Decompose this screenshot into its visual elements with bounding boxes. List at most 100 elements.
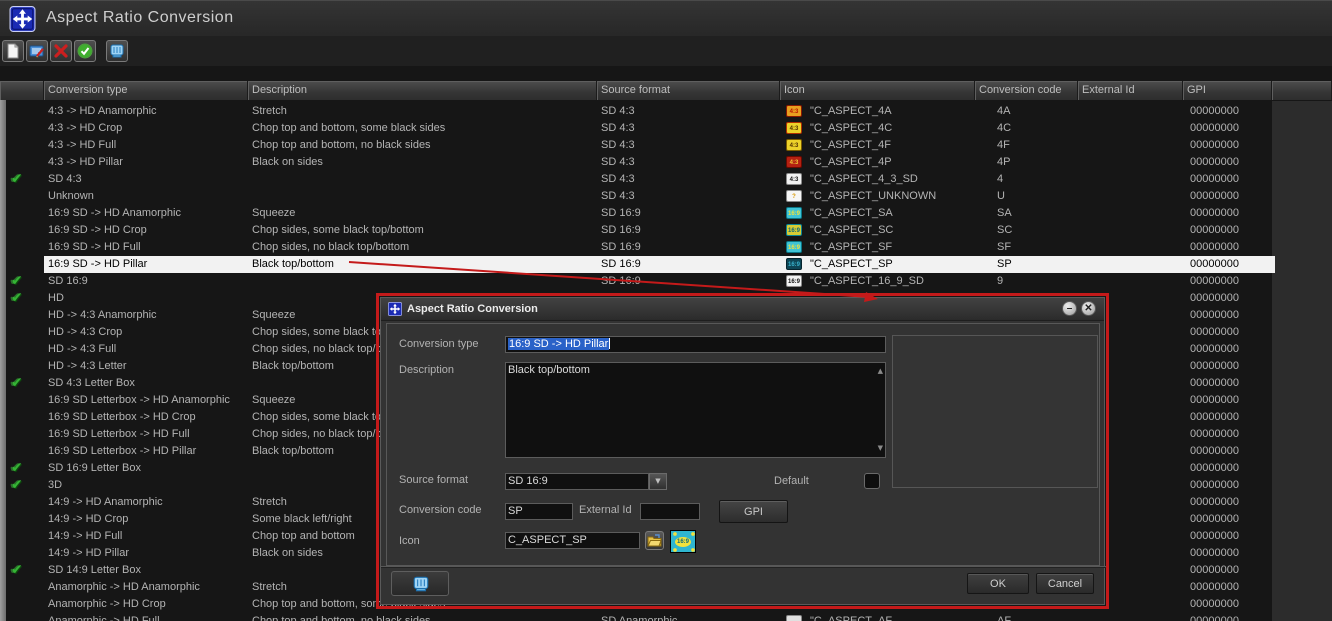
cell-conversion-type: 4:3 -> HD Pillar: [48, 154, 246, 171]
aspect-icon: 16:9: [786, 258, 802, 270]
cell-description: Chop top and bottom, no black sides: [252, 613, 595, 621]
icon-name: "C_ASPECT_4P: [810, 154, 892, 171]
column-header-gpi[interactable]: GPI: [1183, 81, 1272, 100]
cell-conversion-type: SD 16:9 Letter Box: [48, 460, 246, 477]
cell-conversion-type: 14:9 -> HD Crop: [48, 511, 246, 528]
minimize-icon[interactable]: –: [1062, 301, 1077, 316]
cell-external-id: [1082, 120, 1181, 137]
table-row[interactable]: 4:3 -> HD CropChop top and bottom, some …: [0, 120, 1332, 137]
check-icon: ✔: [11, 562, 23, 579]
aspect-icon: [786, 615, 802, 621]
scroll-up-icon[interactable]: ▲: [878, 364, 883, 379]
cell-conversion-type: 14:9 -> HD Pillar: [48, 545, 246, 562]
column-header-external-id[interactable]: External Id: [1078, 81, 1183, 100]
cell-source-format: SD 4:3: [601, 154, 778, 171]
icon-name-input[interactable]: C_ASPECT_SP: [505, 532, 640, 549]
column-header-icon[interactable]: Icon: [780, 81, 975, 100]
table-row[interactable]: 16:9 SD -> HD Full Chop sides, no black t…: [0, 239, 1332, 256]
column-header-blank[interactable]: [0, 81, 44, 100]
close-icon[interactable]: ✕: [1081, 301, 1096, 316]
dialog-title: Aspect Ratio Conversion: [407, 298, 538, 320]
cell-gpi: 00000000: [1190, 477, 1270, 494]
text-caret: [609, 338, 610, 349]
cell-source-format: SD 4:3: [601, 188, 778, 205]
column-header-conversion-type[interactable]: Conversion type: [44, 81, 248, 100]
cell-gpi: 00000000: [1190, 239, 1270, 256]
cell-conversion-type: Unknown: [48, 188, 246, 205]
icon-name: "C_ASPECT_SF: [810, 239, 892, 256]
table-row[interactable]: 16:9 SD -> HD PillarBlack top/bottomSD 1…: [0, 256, 1332, 273]
source-format-value: SD 16:9: [508, 475, 548, 487]
cell-conversion-type: SD 4:3 Letter Box: [48, 375, 246, 392]
cell-conversion-code: 4F: [997, 137, 1076, 154]
cell-conversion-type: Anamorphic -> HD Anamorphic: [48, 579, 246, 596]
table-row[interactable]: 16:9 SD -> HD CropChop sides, some black…: [0, 222, 1332, 239]
table-row[interactable]: ✔SD 4:3SD 4:34:3"C_ASPECT_4_3_SD40000000…: [0, 171, 1332, 188]
aspect-icon-text: 16:9: [675, 537, 691, 547]
cell-description: Stretch: [252, 103, 595, 120]
table-row[interactable]: ✔SD 16:9SD 16:916:9"C_ASPECT_16_9_SD9000…: [0, 273, 1332, 290]
cell-gpi: 00000000: [1190, 494, 1270, 511]
ok-button[interactable]: OK: [967, 573, 1029, 594]
cell-conversion-type: 16:9 SD -> HD Full: [48, 239, 246, 256]
cell-source-format: SD 16:9: [601, 273, 778, 290]
cell-conversion-type: 3D: [48, 477, 246, 494]
cell-external-id: [1082, 205, 1181, 222]
cell-external-id: [1082, 613, 1181, 621]
table-row[interactable]: UnknownSD 4:3?"C_ASPECT_UNKNOWNU00000000: [0, 188, 1332, 205]
cell-conversion-type: 14:9 -> HD Anamorphic: [48, 494, 246, 511]
cell-description: Chop top and bottom, no black sides: [252, 137, 595, 154]
conversion-type-label: Conversion type: [399, 338, 479, 350]
cell-conversion-type: 16:9 SD Letterbox -> HD Crop: [48, 409, 246, 426]
table-row[interactable]: 4:3 -> HD FullChop top and bottom, no bl…: [0, 137, 1332, 154]
cell-conversion-type: 16:9 SD -> HD Anamorphic: [48, 205, 246, 222]
default-checkbox[interactable]: [864, 473, 880, 489]
source-format-select[interactable]: SD 16:9: [505, 473, 649, 490]
cell-gpi: 00000000: [1190, 307, 1270, 324]
cell-conversion-type: 4:3 -> HD Anamorphic: [48, 103, 246, 120]
cancel-button[interactable]: Cancel: [1036, 573, 1094, 594]
cell-conversion-type: Anamorphic -> HD Crop: [48, 596, 246, 613]
cell-gpi: 00000000: [1190, 358, 1270, 375]
default-label: Default: [774, 475, 809, 487]
icon-name: "C_ASPECT_16_9_SD: [810, 273, 924, 290]
cell-conversion-code: 9: [997, 273, 1076, 290]
conversion-code-input[interactable]: SP: [505, 503, 573, 520]
scroll-down-icon[interactable]: ▼: [878, 441, 883, 456]
cell-description: Chop sides, some black top/bottom: [252, 222, 595, 239]
column-header-source-format[interactable]: Source format: [597, 81, 780, 100]
icon-label: Icon: [399, 535, 420, 547]
cell-external-id: [1082, 256, 1181, 273]
cell-external-id: [1082, 103, 1181, 120]
aspect-icon: 4:3: [786, 156, 802, 168]
cell-description: [252, 171, 595, 188]
conversion-type-input[interactable]: 16:9 SD -> HD Pillar: [505, 336, 886, 353]
system-device-icon[interactable]: [391, 571, 449, 596]
dialog-titlebar[interactable]: Aspect Ratio Conversion – ✕: [381, 298, 1104, 321]
cell-conversion-type: 16:9 SD -> HD Pillar: [48, 256, 246, 273]
dialog-footer: OK Cancel: [381, 566, 1106, 607]
description-label: Description: [399, 364, 454, 376]
external-id-input[interactable]: [640, 503, 700, 520]
cell-description: Chop sides, no black top/bottom: [252, 239, 595, 256]
cell-description: Black top/bottom: [252, 256, 595, 273]
description-textarea[interactable]: Black top/bottom ▲ ▼: [505, 362, 886, 458]
table-row[interactable]: 4:3 -> HD AnamorphicStretchSD 4:34:3"C_A…: [0, 103, 1332, 120]
open-folder-icon[interactable]: [645, 531, 664, 550]
gpi-button[interactable]: GPI: [719, 500, 788, 523]
cell-icon: 16:9"C_ASPECT_SC: [786, 222, 973, 239]
cell-external-id: [1082, 273, 1181, 290]
cell-icon: 4:3"C_ASPECT_4C: [786, 120, 973, 137]
column-header-description[interactable]: Description: [248, 81, 597, 100]
cell-description: [252, 273, 595, 290]
cell-gpi: 00000000: [1190, 443, 1270, 460]
table-row[interactable]: 16:9 SD -> HD AnamorphicSqueezeSD 16:916…: [0, 205, 1332, 222]
cell-external-id: [1082, 222, 1181, 239]
chevron-down-icon[interactable]: ▼: [649, 473, 667, 490]
table-row[interactable]: 4:3 -> HD PillarBlack on sidesSD 4:34:3"…: [0, 154, 1332, 171]
check-icon: ✔: [11, 477, 23, 494]
cell-gpi: 00000000: [1190, 188, 1270, 205]
column-header-conversion-code[interactable]: Conversion code: [975, 81, 1078, 100]
table-row[interactable]: Anamorphic -> HD FullChop top and bottom…: [0, 613, 1332, 621]
column-header-blank[interactable]: [1272, 81, 1332, 100]
